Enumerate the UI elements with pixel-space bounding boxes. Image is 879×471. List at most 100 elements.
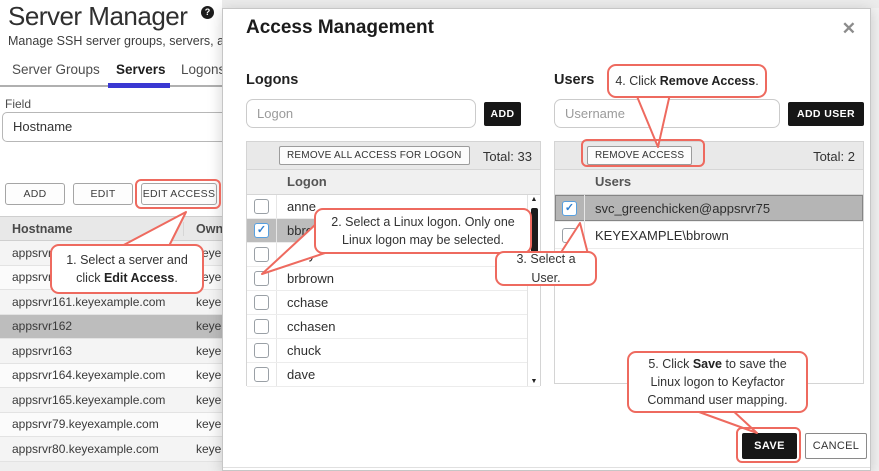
- tab-server-groups[interactable]: Server Groups: [12, 62, 100, 77]
- username-input[interactable]: [554, 99, 780, 128]
- unchecked-checkbox[interactable]: [254, 199, 269, 214]
- logon-row[interactable]: chuck: [247, 339, 540, 363]
- row-label: dave: [277, 367, 315, 382]
- server-manager-page: Server Manager ? Manage SSH server group…: [0, 0, 222, 471]
- unchecked-checkbox[interactable]: [254, 295, 269, 310]
- table-row[interactable]: appsrvr16keye: [0, 266, 222, 291]
- page-background-right: [871, 8, 879, 471]
- checkbox[interactable]: [247, 267, 277, 290]
- scrollbar-thumb[interactable]: [531, 208, 538, 254]
- checkbox[interactable]: [247, 315, 277, 338]
- owner-cell: keye: [184, 319, 222, 333]
- table-row[interactable]: appsrvr163keye: [0, 339, 222, 364]
- help-icon[interactable]: ?: [201, 6, 214, 19]
- logons-heading: Logons: [246, 72, 298, 88]
- table-row[interactable]: appsrvr165.keyexample.comkeye: [0, 388, 222, 413]
- owner-cell: keye: [184, 417, 222, 431]
- checked-checkbox-icon[interactable]: ✓: [254, 223, 269, 238]
- add-button[interactable]: ADD: [5, 183, 65, 205]
- screen: Server Manager ? Manage SSH server group…: [0, 0, 879, 471]
- users-table: REMOVE ACCESS Total: 2 Users ✓svc_greenc…: [554, 141, 864, 384]
- owner-cell: keye: [184, 344, 222, 358]
- scrollbar[interactable]: ▲ ▼: [527, 195, 540, 386]
- close-icon[interactable]: ✕: [842, 19, 856, 39]
- owner-column-header[interactable]: Owner: [184, 222, 222, 236]
- logon-row[interactable]: betty: [247, 243, 540, 267]
- table-row[interactable]: appsrvr79.keyexample.comkeye: [0, 413, 222, 438]
- unchecked-checkbox[interactable]: [254, 271, 269, 286]
- owner-cell: keye: [184, 246, 222, 260]
- edit-button[interactable]: EDIT: [73, 183, 133, 205]
- hostname-cell: appsrvr79.keyexample.com: [0, 417, 184, 431]
- page-title: Server Manager: [8, 1, 187, 32]
- row-label: brbrown: [277, 271, 334, 286]
- logon-row[interactable]: brbrown: [247, 267, 540, 291]
- unchecked-checkbox[interactable]: [254, 367, 269, 382]
- checkbox[interactable]: [247, 243, 277, 266]
- table-row[interactable]: appsrvr161.keyexample.comkeye: [0, 290, 222, 315]
- unchecked-checkbox[interactable]: [254, 319, 269, 334]
- add-user-button[interactable]: ADD USER: [788, 102, 864, 126]
- row-label: bbrown: [277, 223, 330, 238]
- checkbox[interactable]: ✓: [555, 195, 585, 221]
- unchecked-checkbox[interactable]: [254, 247, 269, 262]
- logon-row[interactable]: cchase: [247, 291, 540, 315]
- server-table: Hostname Owner appsrvr15keyeappsrvr16key…: [0, 216, 222, 462]
- checkbox[interactable]: [247, 363, 277, 386]
- checkbox[interactable]: [247, 339, 277, 362]
- modal-footer-divider: [223, 467, 870, 468]
- cancel-button[interactable]: CANCEL: [805, 433, 867, 459]
- edit-access-button[interactable]: EDIT ACCESS: [141, 183, 217, 205]
- tab-servers[interactable]: Servers: [116, 62, 166, 77]
- logon-input[interactable]: [246, 99, 476, 128]
- save-button[interactable]: SAVE: [742, 433, 797, 459]
- hostname-cell: appsrvr163: [0, 344, 184, 358]
- row-label: betty: [277, 247, 315, 262]
- unchecked-checkbox[interactable]: [562, 228, 577, 243]
- table-row[interactable]: appsrvr80.keyexample.comkeye: [0, 437, 222, 462]
- logons-list: anne ✓ bbrown betty brbrown cchase cchasen chuc…: [247, 195, 540, 387]
- checkbox[interactable]: [247, 195, 277, 218]
- tab-logons[interactable]: Logons: [181, 62, 222, 77]
- user-row[interactable]: ✓svc_greenchicken@appsrvr75: [555, 195, 863, 222]
- logon-column-header[interactable]: Logon: [247, 170, 540, 195]
- table-row[interactable]: appsrvr162keye: [0, 315, 222, 340]
- checked-checkbox-icon[interactable]: ✓: [562, 201, 577, 216]
- row-label: cchase: [277, 295, 328, 310]
- hostname-cell: appsrvr162: [0, 319, 184, 333]
- logon-row[interactable]: anne: [247, 195, 540, 219]
- field-select[interactable]: Hostname: [2, 112, 222, 142]
- scroll-down-icon[interactable]: ▼: [528, 378, 540, 385]
- logons-table-toolbar: REMOVE ALL ACCESS FOR LOGON Total: 33: [247, 142, 540, 170]
- hostname-cell: appsrvr16: [0, 270, 184, 284]
- page-subtitle: Manage SSH server groups, servers, a: [8, 34, 222, 48]
- logon-row[interactable]: cchasen: [247, 315, 540, 339]
- modal-title: Access Management: [246, 17, 434, 39]
- logons-total: Total: 33: [483, 149, 532, 164]
- hostname-cell: appsrvr80.keyexample.com: [0, 442, 184, 456]
- hostname-cell: appsrvr15: [0, 246, 184, 260]
- logon-row[interactable]: ✓ bbrown: [247, 219, 540, 243]
- remove-access-button[interactable]: REMOVE ACCESS: [587, 146, 692, 165]
- access-management-modal: Access Management ✕ Logons ADD REMOVE AL…: [222, 8, 871, 471]
- table-row[interactable]: appsrvr164.keyexample.comkeye: [0, 364, 222, 389]
- page-background: [222, 0, 879, 8]
- remove-all-access-button[interactable]: REMOVE ALL ACCESS FOR LOGON: [279, 146, 470, 165]
- checkbox[interactable]: [247, 291, 277, 314]
- logon-row[interactable]: dave: [247, 363, 540, 387]
- checkbox[interactable]: [555, 222, 585, 248]
- checkbox[interactable]: ✓: [247, 219, 277, 242]
- users-column-header[interactable]: Users: [555, 170, 863, 195]
- row-label: cchasen: [277, 319, 335, 334]
- users-table-toolbar: REMOVE ACCESS Total: 2: [555, 142, 863, 170]
- add-logon-button[interactable]: ADD: [484, 102, 521, 126]
- table-row[interactable]: appsrvr15keye: [0, 241, 222, 266]
- scroll-up-icon[interactable]: ▲: [528, 196, 540, 203]
- users-list: ✓svc_greenchicken@appsrvr75 KEYEXAMPLE\bb…: [555, 195, 863, 249]
- table-footer-strip: [0, 462, 222, 471]
- unchecked-checkbox[interactable]: [254, 343, 269, 358]
- hostname-column-header[interactable]: Hostname: [0, 222, 184, 236]
- user-row[interactable]: KEYEXAMPLE\bbrown: [555, 222, 863, 249]
- logons-table: REMOVE ALL ACCESS FOR LOGON Total: 33 Lo…: [246, 141, 541, 386]
- row-label: KEYEXAMPLE\bbrown: [585, 228, 729, 243]
